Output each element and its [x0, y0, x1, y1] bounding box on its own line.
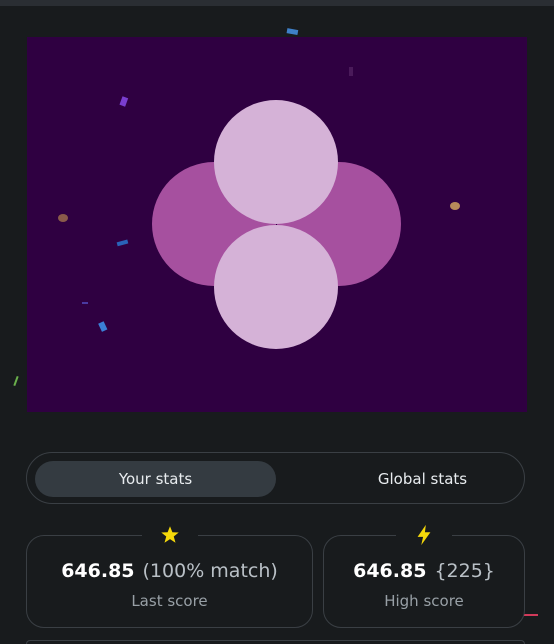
last-score-label: Last score: [131, 592, 208, 610]
confetti-piece: [82, 302, 88, 304]
high-score-count: {225}: [434, 560, 495, 582]
confetti-piece: [119, 96, 129, 107]
star-icon: [160, 526, 179, 543]
confetti-piece: [524, 614, 538, 616]
bottom-circle: [214, 225, 338, 349]
high-score-value-row: 646.85 {225}: [324, 560, 524, 582]
game-canvas[interactable]: [27, 37, 527, 412]
top-circle: [214, 100, 338, 224]
confetti-piece: [450, 202, 460, 210]
high-score-value: 646.85: [353, 560, 427, 582]
tab-global-stats[interactable]: Global stats: [302, 461, 543, 497]
stats-toggle: Your stats Global stats: [26, 452, 525, 504]
high-score-label: High score: [384, 592, 464, 610]
confetti-piece: [58, 214, 68, 222]
flower-shape: [58, 67, 460, 349]
confetti-piece: [349, 67, 353, 76]
confetti-piece: [98, 321, 108, 332]
last-score-match: (100% match): [142, 560, 278, 582]
last-score-value-row: 646.85 (100% match): [27, 560, 312, 582]
lightning-icon: [417, 524, 431, 546]
tab-your-stats[interactable]: Your stats: [35, 461, 276, 497]
high-score-card: 646.85 {225} High score: [323, 523, 525, 628]
confetti-piece: [116, 239, 129, 247]
last-score-card: 646.85 (100% match) Last score: [26, 523, 313, 628]
badge: [141, 523, 198, 547]
game-panel: Your stats Global stats 646.85 (100% matc…: [0, 6, 554, 644]
next-card-edge: [26, 640, 525, 644]
confetti-piece: [13, 375, 19, 387]
last-score-value: 646.85: [61, 560, 135, 582]
confetti-piece: [286, 28, 299, 35]
badge: [396, 523, 452, 547]
